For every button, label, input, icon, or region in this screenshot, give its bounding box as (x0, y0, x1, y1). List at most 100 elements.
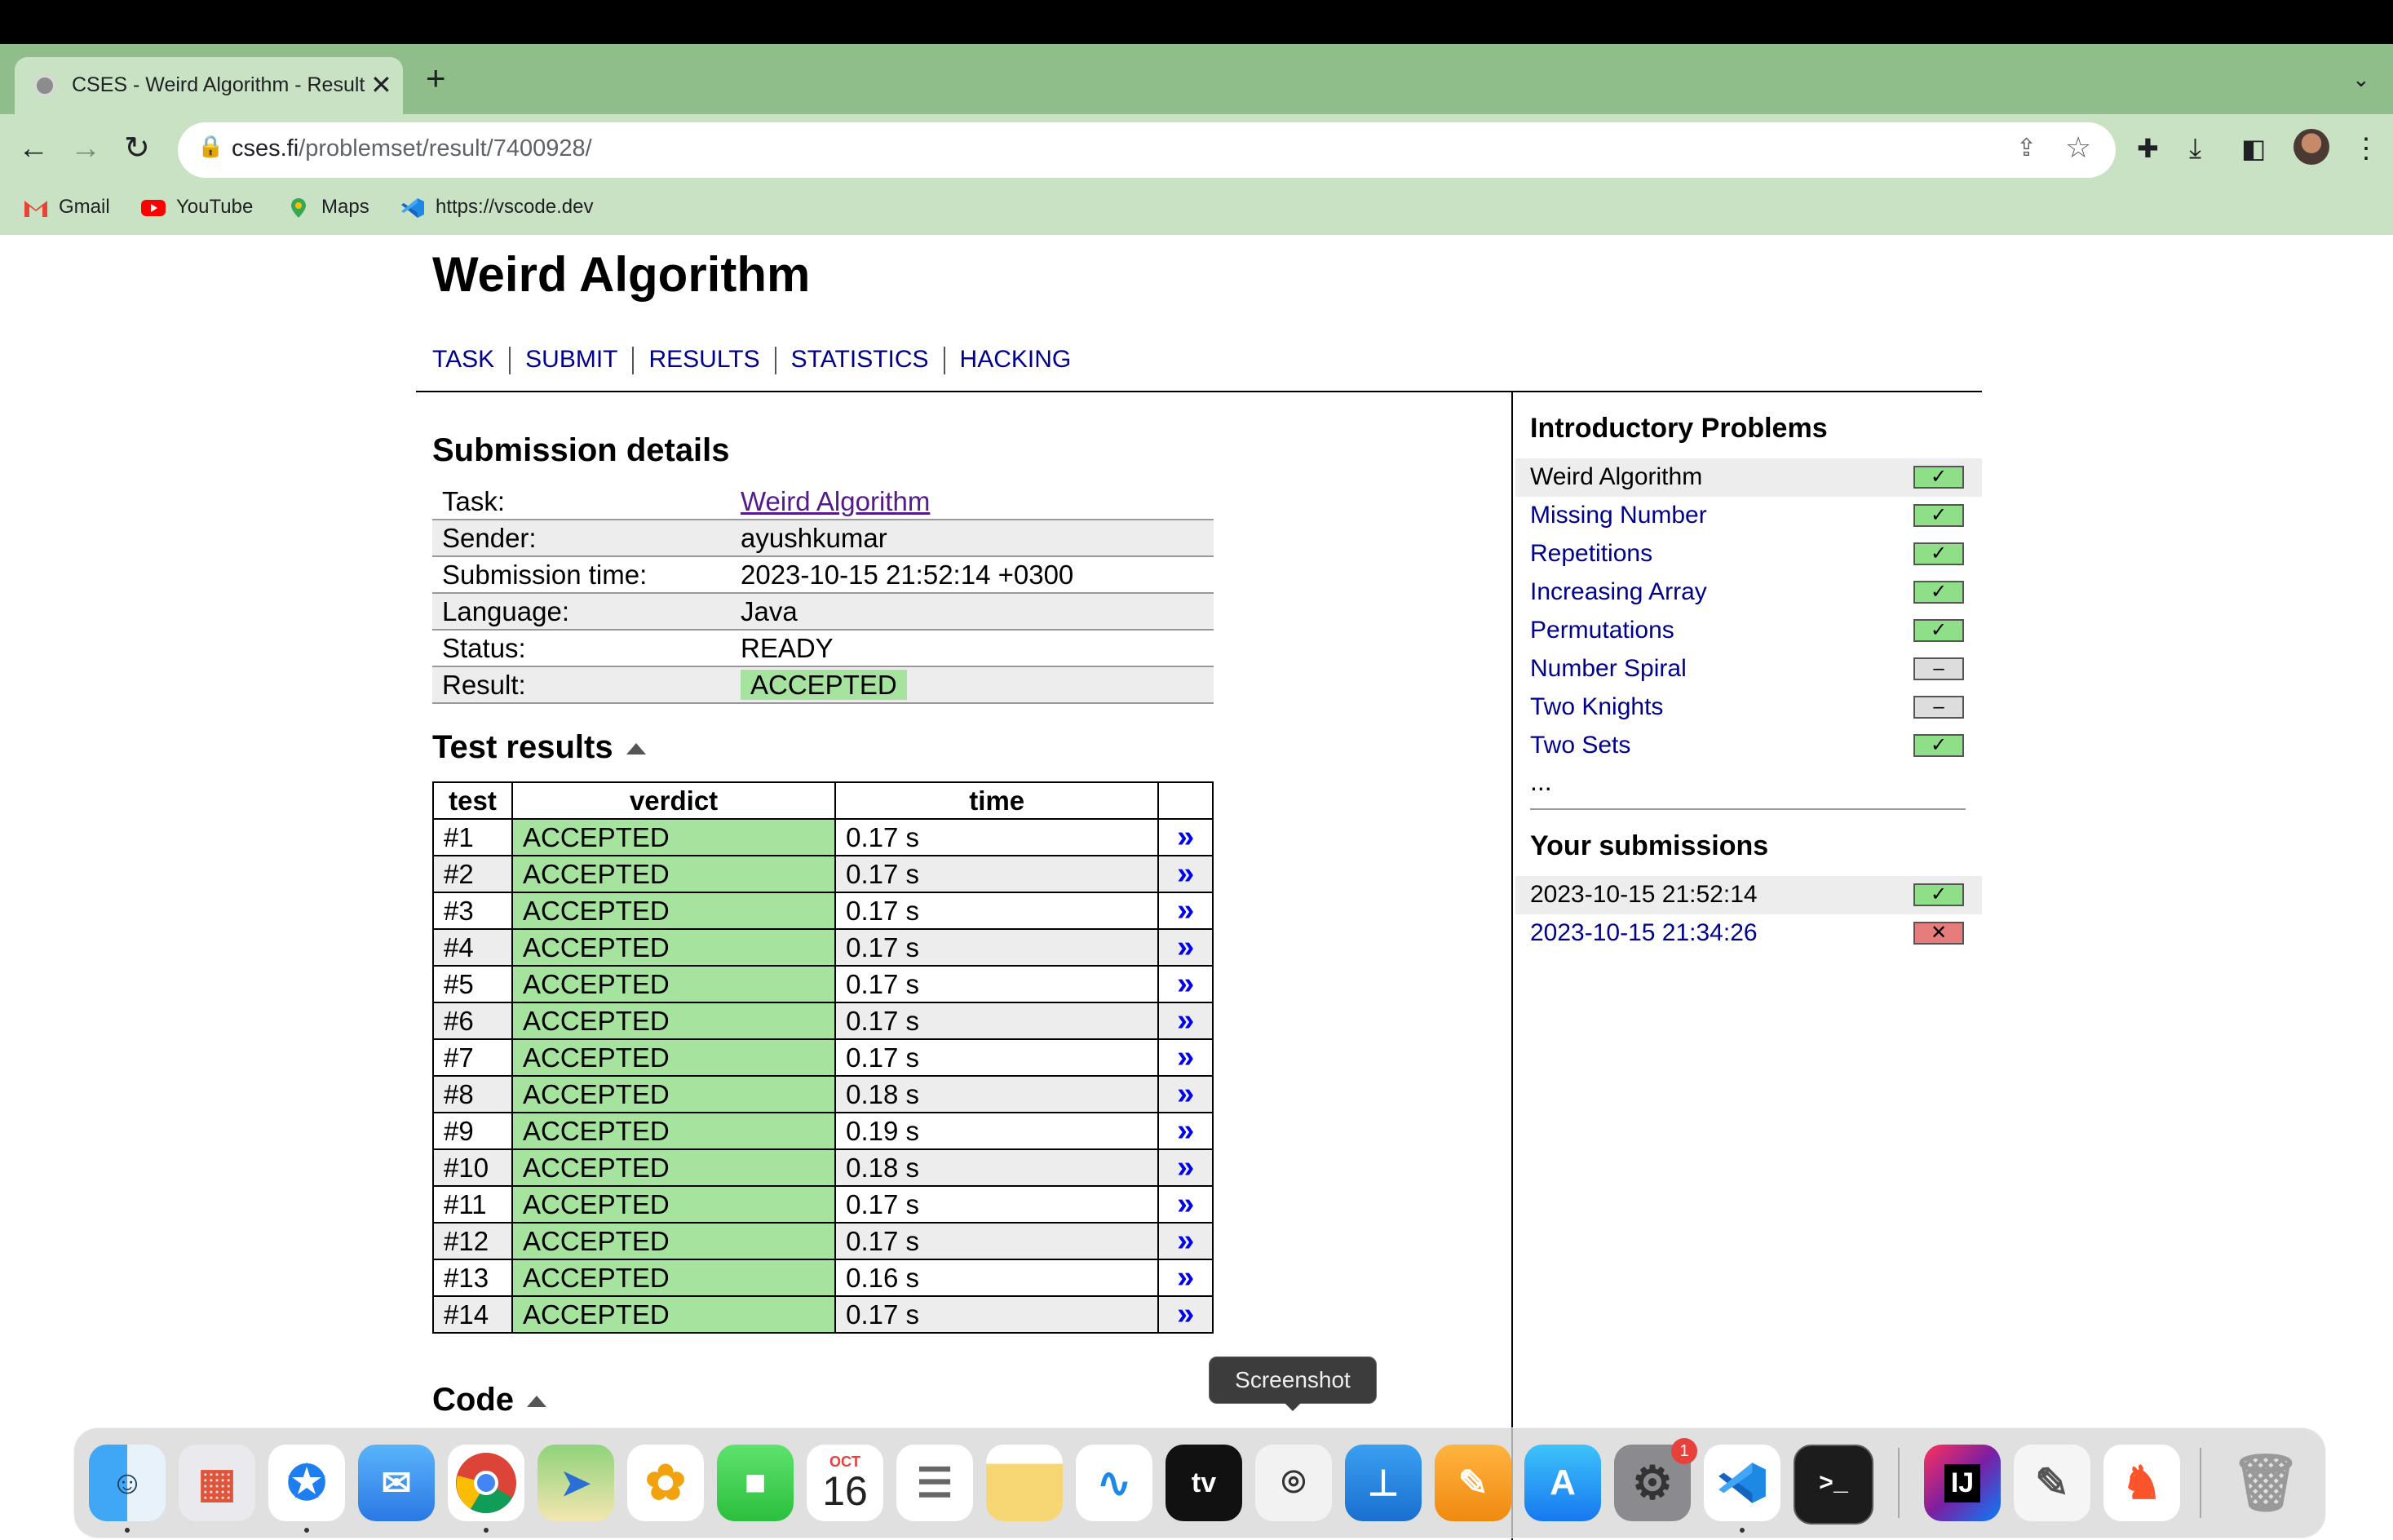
double-chevron-right-icon[interactable]: » (1177, 1150, 1194, 1184)
double-chevron-right-icon[interactable]: » (1177, 1003, 1194, 1038)
double-chevron-right-icon[interactable]: » (1177, 930, 1194, 964)
bookmark-gmail[interactable]: Gmail (23, 196, 110, 219)
keynote-icon[interactable]: ⊥ (1345, 1445, 1422, 1521)
problem-link[interactable]: Number Spiral (1530, 655, 1687, 683)
side-panel-icon[interactable]: ◧ (2241, 129, 2266, 168)
notes-icon[interactable] (986, 1445, 1063, 1521)
photos-icon[interactable]: ✿ (627, 1445, 704, 1521)
kebab-menu-icon[interactable]: ⋮ (2352, 129, 2380, 168)
double-chevron-right-icon[interactable]: » (1177, 820, 1194, 854)
system-settings-icon[interactable]: ⚙ 1 (1614, 1438, 1697, 1521)
double-chevron-right-icon[interactable]: » (1177, 1113, 1194, 1148)
nav-submit[interactable]: SUBMIT (525, 346, 617, 373)
chrome-icon[interactable] (448, 1445, 524, 1521)
problem-link[interactable]: Missing Number (1530, 502, 1707, 529)
code-heading[interactable]: Code (432, 1382, 546, 1418)
double-chevron-right-icon[interactable]: » (1177, 1040, 1194, 1074)
test-details-link[interactable]: » (1157, 1112, 1214, 1150)
test-details-link[interactable]: » (1157, 818, 1214, 856)
star-bookmark-icon[interactable]: ☆ (2065, 131, 2091, 165)
finder-icon[interactable]: ☺ (89, 1445, 166, 1521)
double-chevron-right-icon[interactable]: » (1177, 856, 1194, 891)
problem-link[interactable]: Two Sets (1530, 732, 1630, 759)
back-arrow-icon[interactable]: ← (18, 129, 49, 168)
nav-results[interactable]: RESULTS (648, 346, 759, 373)
problem-item[interactable]: Number Spiral – (1515, 650, 1982, 688)
textedit-icon[interactable]: ✎ (2014, 1445, 2090, 1521)
freeform-icon[interactable]: ∿ (1076, 1445, 1152, 1521)
problem-item[interactable]: Two Sets ✓ (1515, 727, 1982, 765)
forward-arrow-icon[interactable]: → (70, 129, 101, 168)
double-chevron-right-icon[interactable]: » (1177, 1077, 1194, 1111)
submission-item[interactable]: 2023-10-15 21:34:26 ✕ (1515, 914, 1982, 953)
nav-statistics[interactable]: STATISTICS (791, 346, 929, 373)
facetime-icon[interactable]: ■ (717, 1445, 794, 1521)
problem-item[interactable]: Increasing Array ✓ (1515, 573, 1982, 612)
brave-icon[interactable]: ♞ (2103, 1445, 2180, 1521)
test-details-link[interactable]: » (1157, 1038, 1214, 1077)
test-details-link[interactable]: » (1157, 928, 1214, 967)
nav-hacking[interactable]: HACKING (960, 346, 1072, 373)
share-icon[interactable]: ⇪ (2016, 134, 2037, 162)
test-details-link[interactable]: » (1157, 1002, 1214, 1040)
double-chevron-right-icon[interactable]: » (1177, 893, 1194, 927)
test-details-link[interactable]: » (1157, 1075, 1214, 1113)
problem-link[interactable]: Two Knights (1530, 693, 1663, 721)
bookmark-maps[interactable]: Maps (285, 196, 369, 219)
profile-avatar[interactable] (2293, 129, 2329, 165)
calendar-icon[interactable]: OCT 16 (807, 1445, 883, 1521)
intellij-icon[interactable]: IJ (1924, 1445, 2001, 1521)
address-bar[interactable]: 🔒 cses.fi/problemset/result/7400928/ ⇪ ☆ (178, 122, 2116, 178)
url-text[interactable]: cses.fi/problemset/result/7400928/ (232, 135, 592, 162)
trash-icon[interactable]: 🗑 (2227, 1445, 2304, 1521)
chevron-down-icon[interactable]: ⌄ (2352, 67, 2370, 92)
collapse-triangle-icon[interactable] (626, 743, 646, 755)
safari-icon[interactable]: ✪ (268, 1445, 345, 1521)
problem-link[interactable]: Increasing Array (1530, 578, 1707, 606)
problem-item[interactable]: Repetitions ✓ (1515, 535, 1982, 573)
download-icon[interactable]: ⤓ (2189, 129, 2201, 168)
task-link[interactable]: Weird Algorithm (741, 486, 930, 516)
submission-link[interactable]: 2023-10-15 21:34:26 (1530, 919, 1758, 947)
test-details-link[interactable]: » (1157, 1259, 1214, 1297)
new-tab-plus-icon[interactable]: + (426, 60, 446, 96)
terminal-icon[interactable]: >_ (1794, 1445, 1873, 1525)
nav-task[interactable]: TASK (432, 346, 494, 373)
test-results-heading[interactable]: Test results (432, 729, 646, 766)
test-details-link[interactable]: » (1157, 965, 1214, 1003)
test-details-link[interactable]: » (1157, 1295, 1214, 1334)
problem-link[interactable]: Permutations (1530, 617, 1674, 644)
problem-item[interactable]: Two Knights – (1515, 688, 1982, 727)
mail-icon[interactable]: ✉ (358, 1445, 435, 1521)
maps-icon[interactable]: ➤ (537, 1445, 614, 1521)
problem-item[interactable]: Permutations ✓ (1515, 612, 1982, 650)
bookmark-vscode[interactable]: https://vscode.dev (400, 196, 593, 219)
vscode-icon[interactable] (1704, 1445, 1780, 1521)
lock-icon[interactable]: 🔒 (197, 134, 223, 159)
double-chevron-right-icon[interactable]: » (1177, 967, 1194, 1001)
double-chevron-right-icon[interactable]: » (1177, 1187, 1194, 1221)
app-store-icon[interactable]: A (1524, 1445, 1601, 1521)
test-details-link[interactable]: » (1157, 892, 1214, 930)
test-details-link[interactable]: » (1157, 1222, 1214, 1260)
extensions-puzzle-icon[interactable]: ✚ (2137, 129, 2159, 168)
launchpad-icon[interactable]: ▦ (179, 1445, 255, 1521)
test-details-link[interactable]: » (1157, 1148, 1214, 1187)
double-chevron-right-icon[interactable]: » (1177, 1297, 1194, 1331)
tab-active[interactable]: CSES - Weird Algorithm - Results ✕ (15, 57, 403, 114)
problem-item[interactable]: Missing Number ✓ (1515, 497, 1982, 535)
test-details-link[interactable]: » (1157, 855, 1214, 893)
double-chevron-right-icon[interactable]: » (1177, 1260, 1194, 1294)
reload-icon[interactable]: ↻ (124, 129, 150, 168)
close-icon[interactable]: ✕ (370, 69, 392, 101)
screenshot-icon[interactable]: ⌾ (1255, 1445, 1332, 1521)
bookmark-youtube[interactable]: YouTube (140, 196, 253, 219)
reminders-icon[interactable]: ☰ (896, 1445, 973, 1521)
collapse-triangle-icon[interactable] (527, 1396, 546, 1408)
problem-link[interactable]: Repetitions (1530, 540, 1652, 568)
apple-tv-icon[interactable]: tv (1166, 1445, 1242, 1521)
double-chevron-right-icon[interactable]: » (1177, 1224, 1194, 1258)
test-details-link[interactable]: » (1157, 1185, 1214, 1224)
pages-icon[interactable]: ✎ (1435, 1445, 1511, 1521)
running-indicator (1740, 1528, 1745, 1533)
